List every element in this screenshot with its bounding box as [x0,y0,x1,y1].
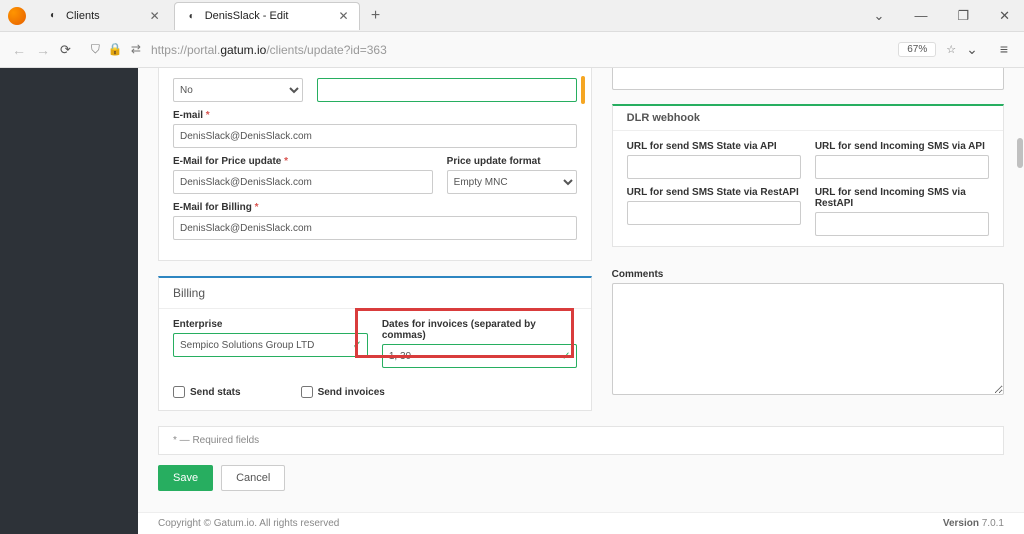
billing-email-label: E-Mail for Billing * [173,202,577,213]
email-label: E-mail * [173,110,577,121]
check-icon: ✓ [561,350,570,363]
copyright: Copyright © Gatum.io. All rights reserve… [158,518,339,529]
reload-icon[interactable]: ⟳ [60,42,71,58]
webhook-api-incoming-label: URL for send Incoming SMS via API [815,141,989,152]
window-close-icon[interactable]: ✕ [999,8,1010,24]
enterprise-field[interactable] [173,333,368,357]
firefox-icon [8,7,26,25]
minimize-icon[interactable]: — [914,8,927,24]
url-text: https://portal.gatum.io/clients/update?i… [151,43,387,57]
restore-icon[interactable]: ❐ [957,8,969,24]
webhook-rest-incoming-field[interactable] [815,212,989,236]
webhook-title: DLR webhook [613,106,1003,131]
enterprise-label: Enterprise [173,319,368,330]
tab-label: DenisSlack - Edit [205,10,289,22]
tab-edit[interactable]: ◐ DenisSlack - Edit ✕ [174,2,360,30]
tab-clients[interactable]: ◐ Clients ✕ [36,2,170,30]
webhook-api-state-label: URL for send SMS State via API [627,141,801,152]
email-field[interactable] [173,124,577,148]
price-format-select[interactable]: Empty MNC [447,170,577,194]
dates-field[interactable] [382,344,577,368]
tab-label: Clients [66,10,100,22]
browser-toolbar: ← → ⟳ ⛉ 🔒 ⇄ https://portal.gatum.io/clie… [0,32,1024,68]
top-right-box[interactable] [612,68,1004,90]
top-select-no[interactable]: No [173,78,303,102]
favicon-icon: ◐ [46,9,60,23]
lock-icon: 🔒 [108,42,123,57]
menu-icon[interactable]: ≡ [1000,41,1008,58]
bookmark-star-icon[interactable]: ☆ [946,43,956,56]
browser-tabstrip: ◐ Clients ✕ ◐ DenisSlack - Edit ✕ + ⌄ — … [0,0,1024,32]
resize-handle-icon[interactable] [581,76,585,104]
send-invoices-checkbox[interactable]: Send invoices [301,386,385,398]
new-tab-button[interactable]: + [364,7,388,25]
required-note: * — Required fields [158,426,1004,455]
cancel-button[interactable]: Cancel [221,465,285,491]
webhook-rest-incoming-label: URL for send Incoming SMS via RestAPI [815,187,989,209]
save-button[interactable]: Save [158,465,213,491]
price-email-field[interactable] [173,170,433,194]
chevron-down-icon[interactable]: ⌄ [874,8,885,24]
app-sidebar [0,68,138,534]
top-valid-box[interactable] [317,78,577,102]
comments-field[interactable] [612,283,1004,395]
pocket-icon[interactable]: ⌄ [966,41,978,58]
shield-icon: ⛉ [91,42,100,57]
comments-label: Comments [612,269,1004,280]
webhook-rest-state-label: URL for send SMS State via RestAPI [627,187,801,198]
content-area: No E-mail * [138,68,1024,534]
webhook-api-state-field[interactable] [627,155,801,179]
billing-title: Billing [159,278,591,309]
back-icon[interactable]: ← [12,42,26,58]
permissions-icon: ⇄ [131,42,141,57]
close-icon[interactable]: ✕ [338,9,348,23]
app-footer: Copyright © Gatum.io. All rights reserve… [138,512,1024,534]
favicon-icon: ◐ [185,9,199,23]
forward-icon[interactable]: → [36,42,50,58]
zoom-level[interactable]: 67% [898,42,936,57]
webhook-rest-state-field[interactable] [627,201,801,225]
price-format-label: Price update format [447,156,577,167]
url-bar[interactable]: ⛉ 🔒 ⇄ https://portal.gatum.io/clients/up… [91,42,878,57]
page-scrollbar[interactable] [1016,68,1024,534]
dates-label: Dates for invoices (separated by commas) [382,319,577,341]
webhook-api-incoming-field[interactable] [815,155,989,179]
price-email-label: E-Mail for Price update * [173,156,433,167]
close-icon[interactable]: ✕ [150,9,160,23]
send-stats-checkbox[interactable]: Send stats [173,386,241,398]
check-icon: ✓ [353,339,362,352]
billing-email-field[interactable] [173,216,577,240]
